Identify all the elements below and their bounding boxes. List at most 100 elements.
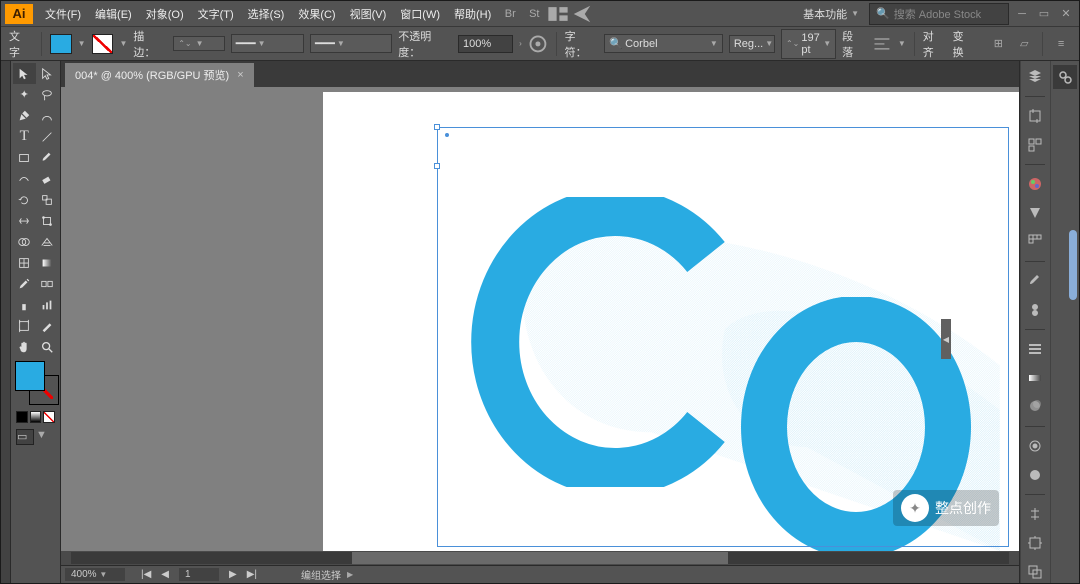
minimize-button[interactable]: ─ (1013, 6, 1031, 22)
bridge-icon[interactable]: Br (499, 5, 521, 23)
zoom-field[interactable]: 400% ▼ (65, 568, 125, 581)
shaper-tool[interactable] (13, 168, 36, 189)
selection-tool[interactable] (13, 63, 36, 84)
next-artboard-button[interactable]: ▶ (225, 569, 241, 580)
selection-handle[interactable] (434, 163, 440, 169)
search-stock-input[interactable]: 🔍搜索 Adobe Stock (869, 3, 1009, 25)
tool-strip-collapse[interactable] (1, 61, 11, 583)
rectangle-tool[interactable] (13, 147, 36, 168)
menu-select[interactable]: 选择(S) (242, 3, 291, 25)
transform-panel-icon[interactable] (1023, 532, 1047, 555)
direct-selection-tool[interactable] (36, 63, 59, 84)
symbols-panel-icon[interactable] (1023, 298, 1047, 321)
stroke-panel-icon[interactable] (1023, 338, 1047, 361)
gpu-icon[interactable] (571, 5, 593, 23)
rotate-tool[interactable] (13, 189, 36, 210)
menu-view[interactable]: 视图(V) (344, 3, 393, 25)
selection-handle[interactable] (434, 124, 440, 130)
layers-panel-icon[interactable] (1023, 65, 1047, 88)
type-tool[interactable]: T (13, 126, 36, 147)
chevron-down-icon[interactable]: ▼ (78, 39, 86, 48)
artboard-tool[interactable] (13, 315, 36, 336)
eraser-tool[interactable] (36, 168, 59, 189)
mode-color[interactable] (16, 411, 28, 423)
eyedropper-tool[interactable] (13, 273, 36, 294)
zoom-tool[interactable] (36, 336, 59, 357)
graph-tool[interactable] (36, 294, 59, 315)
fill-stroke-swatch[interactable] (15, 361, 59, 405)
horizontal-scrollbar[interactable] (61, 551, 1019, 565)
shape-builder-tool[interactable] (13, 231, 36, 252)
mesh-tool[interactable] (13, 252, 36, 273)
pathfinder-panel-icon[interactable] (1023, 560, 1047, 583)
menu-help[interactable]: 帮助(H) (448, 3, 497, 25)
mode-gradient[interactable] (30, 411, 42, 423)
swatches-panel-icon[interactable] (1023, 230, 1047, 253)
menu-effect[interactable]: 效果(C) (292, 3, 341, 25)
stroke-weight-field[interactable]: ⌃⌄▼ (173, 36, 225, 51)
maximize-button[interactable]: ▭ (1035, 6, 1053, 22)
mode-none[interactable] (43, 411, 55, 423)
brush-dropdown[interactable]: ━━━▼ (310, 34, 392, 53)
free-transform-tool[interactable] (36, 210, 59, 231)
menu-edit[interactable]: 编辑(E) (89, 3, 138, 25)
isolate-icon[interactable]: ⊞ (988, 33, 1008, 55)
close-button[interactable]: ✕ (1057, 6, 1075, 22)
panel-scrollbar-thumb[interactable] (1069, 230, 1077, 300)
gradient-panel-icon[interactable] (1023, 367, 1047, 390)
workspace-selector[interactable]: 基本功能▼ (795, 4, 867, 24)
color-guide-panel-icon[interactable] (1023, 201, 1047, 224)
artboards-panel-icon[interactable] (1023, 105, 1047, 128)
libraries-panel-icon[interactable] (1053, 65, 1077, 89)
artboard-number-field[interactable]: 1 (179, 568, 219, 581)
curvature-tool[interactable] (36, 105, 59, 126)
arrange-icon[interactable] (547, 5, 569, 23)
pen-tool[interactable] (13, 105, 36, 126)
align-panel-icon[interactable] (1023, 503, 1047, 526)
prev-artboard-button[interactable]: ◀ (157, 569, 173, 580)
stock-icon[interactable]: St (523, 5, 545, 23)
transparency-panel-icon[interactable] (1023, 395, 1047, 418)
slice-tool[interactable] (36, 315, 59, 336)
menu-window[interactable]: 窗口(W) (394, 3, 446, 25)
blend-tool[interactable] (36, 273, 59, 294)
chevron-down-icon[interactable]: ▼ (119, 39, 127, 48)
chevron-right-icon[interactable]: › (519, 39, 522, 48)
perspective-icon[interactable]: ▱ (1014, 33, 1034, 55)
panel-expand-handle[interactable]: ◀ (941, 319, 951, 359)
hand-tool[interactable] (13, 336, 36, 357)
paintbrush-tool[interactable] (36, 147, 59, 168)
gradient-tool[interactable] (36, 252, 59, 273)
graphic-styles-panel-icon[interactable] (1023, 463, 1047, 486)
line-tool[interactable] (36, 126, 59, 147)
document-tab[interactable]: 004* @ 400% (RGB/GPU 预览)× (65, 63, 254, 87)
color-panel-icon[interactable] (1023, 173, 1047, 196)
appearance-panel-icon[interactable] (1023, 435, 1047, 458)
fill-color-box[interactable] (15, 361, 45, 391)
font-style-dropdown[interactable]: Reg...▼ (729, 35, 775, 53)
paragraph-align-icon[interactable] (872, 33, 892, 55)
close-tab-icon[interactable]: × (237, 69, 243, 81)
last-artboard-button[interactable]: ▶| (243, 569, 261, 580)
width-tool[interactable] (13, 210, 36, 231)
brushes-panel-icon[interactable] (1023, 270, 1047, 293)
screen-normal[interactable]: ▭ (16, 429, 34, 445)
lasso-tool[interactable] (36, 84, 59, 105)
scale-tool[interactable] (36, 189, 59, 210)
magic-wand-tool[interactable]: ✦ (13, 84, 36, 105)
change-screen-mode[interactable]: ▼ (36, 429, 46, 445)
first-artboard-button[interactable]: |◀ (137, 569, 155, 580)
stroke-swatch[interactable] (92, 34, 114, 54)
menu-file[interactable]: 文件(F) (39, 3, 87, 25)
opacity-field[interactable]: 100% (458, 35, 513, 53)
menu-type[interactable]: 文字(T) (192, 3, 240, 25)
paragraph-label[interactable]: 段落 (842, 28, 862, 60)
menu-icon[interactable]: ≡ (1051, 33, 1071, 55)
align-label[interactable]: 对齐 (923, 28, 943, 60)
font-size-field[interactable]: ⌃⌄197 pt▼ (781, 29, 836, 59)
transform-label[interactable]: 变换 (953, 28, 973, 60)
asset-panel-icon[interactable] (1023, 133, 1047, 156)
perspective-grid-tool[interactable] (36, 231, 59, 252)
symbol-sprayer-tool[interactable] (13, 294, 36, 315)
menu-object[interactable]: 对象(O) (140, 3, 190, 25)
